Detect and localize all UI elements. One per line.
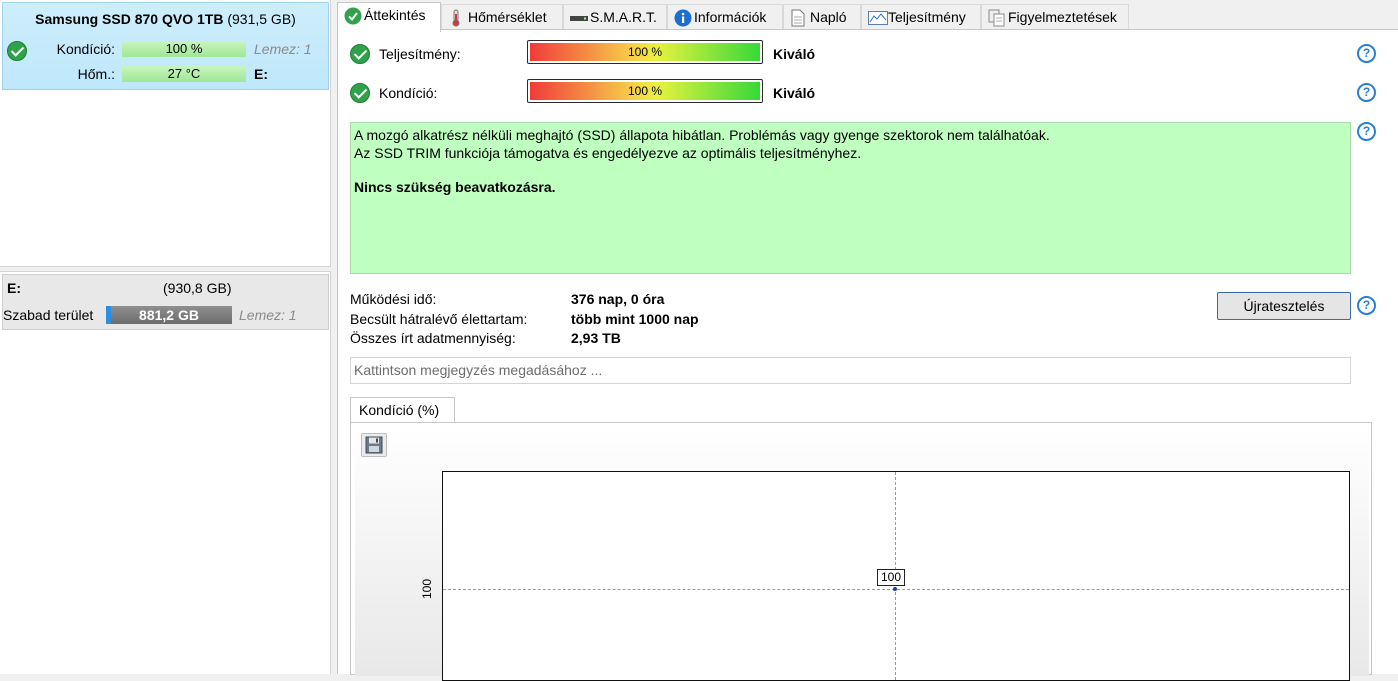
tab-alerts-label: Figyelmeztetések — [1008, 9, 1117, 25]
health-rating: Kiváló — [773, 85, 816, 101]
disk-health-label: Kondíció: — [56, 41, 115, 57]
lifetime-value: több mint 1000 nap — [571, 311, 699, 327]
disk-name: Samsung SSD 870 QVO 1TB — [35, 11, 224, 27]
performance-rating: Kiváló — [773, 46, 816, 62]
alerts-icon — [988, 9, 1005, 27]
chart-background: 100 100 — [355, 427, 1369, 681]
tab-performance[interactable]: Teljesítmény — [861, 4, 981, 30]
disk-temp-label: Hőm.: — [77, 66, 115, 82]
power-on-value: 376 nap, 0 óra — [571, 291, 665, 307]
tab-smart[interactable]: S.M.A.R.T. — [563, 4, 667, 30]
performance-ok-check-icon — [350, 44, 370, 64]
chart-plot-area: 100 100 — [420, 471, 1350, 681]
tab-overview-label: Áttekintés — [364, 7, 426, 23]
tab-information-label: Információk — [694, 9, 767, 25]
disk-card[interactable]: Samsung SSD 870 QVO 1TB (931,5 GB) Kondí… — [2, 2, 329, 90]
tab-overview[interactable]: Áttekintés — [337, 2, 441, 32]
performance-bar: 100 % — [527, 40, 763, 64]
drive-icon — [570, 9, 588, 25]
tab-log-label: Napló — [810, 9, 847, 25]
status-action: Nincs szükség beavatkozásra. — [354, 179, 556, 195]
disk-health-bar: 100 % — [122, 41, 246, 57]
panel-splitter[interactable] — [0, 266, 331, 272]
info-icon — [674, 9, 692, 27]
save-chart-button[interactable] — [361, 433, 387, 457]
thermometer-icon — [448, 9, 464, 27]
chart-point-label: 100 — [877, 569, 906, 586]
help-icon[interactable]: ? — [1357, 122, 1376, 141]
health-label: Kondíció: — [379, 85, 438, 101]
tab-information[interactable]: Információk — [667, 4, 783, 30]
note-input[interactable]: Kattintson megjegyzés megadásához ... — [350, 357, 1351, 384]
power-on-label: Működési idő: — [350, 291, 437, 307]
tab-log[interactable]: Napló — [783, 4, 861, 30]
partition-disk-ref: Lemez: 1 — [239, 307, 297, 323]
tab-bar: Áttekintés Hőmérséklet S.M.A.R.T. Inform… — [337, 2, 1398, 32]
health-bar: 100 % — [527, 79, 763, 103]
disk-size: (931,5 GB) — [227, 11, 296, 27]
free-space-label: Szabad terület — [3, 307, 94, 323]
help-icon[interactable]: ? — [1357, 296, 1376, 315]
help-icon[interactable]: ? — [1357, 44, 1376, 63]
health-chart-area: 100 100 — [350, 422, 1372, 681]
tab-performance-label: Teljesítmény — [888, 9, 966, 25]
floppy-disk-icon — [365, 436, 383, 457]
disk-title: Samsung SSD 870 QVO 1TB (931,5 GB) — [3, 11, 328, 27]
chart-y-tick: 100 — [420, 578, 435, 600]
free-space-bar: 881,2 GB — [106, 306, 232, 324]
performance-label: Teljesítmény: — [379, 46, 461, 62]
performance-chart-icon — [868, 9, 888, 25]
lifetime-label: Becsült hátralévő élettartam: — [350, 311, 528, 327]
tab-alerts[interactable]: Figyelmeztetések — [981, 4, 1129, 30]
chart-data-point — [893, 587, 897, 591]
tab-temperature[interactable]: Hőmérséklet — [441, 4, 563, 30]
performance-bar-fill: 100 % — [530, 43, 760, 61]
disk-list-panel: Samsung SSD 870 QVO 1TB (931,5 GB) Kondí… — [0, 0, 331, 674]
help-icon[interactable]: ? — [1357, 83, 1376, 102]
tab-temperature-label: Hőmérséklet — [468, 9, 547, 25]
document-icon — [790, 9, 806, 27]
written-value: 2,93 TB — [571, 330, 621, 346]
status-line: Az SSD TRIM funkciója támogatva és enged… — [354, 145, 862, 161]
disk-temp-bar: 27 °C — [122, 66, 246, 82]
health-ok-check-icon — [350, 83, 370, 103]
tab-smart-label: S.M.A.R.T. — [590, 9, 657, 25]
partition-size: (930,8 GB) — [163, 280, 232, 296]
disk-health-disk-ref: Lemez: 1 — [254, 41, 312, 57]
partition-card[interactable]: E: (930,8 GB) Szabad terület 881,2 GB Le… — [2, 274, 329, 330]
chart-tab-health[interactable]: Kondíció (%) — [350, 397, 455, 423]
status-line: A mozgó alkatrész nélküli meghajtó (SSD)… — [354, 127, 1050, 143]
partition-letter: E: — [7, 280, 21, 296]
retest-button[interactable]: Újratesztelés — [1217, 292, 1351, 320]
check-icon — [344, 7, 362, 25]
disk-ok-check-icon — [7, 41, 27, 61]
overview-panel: Teljesítmény: 100 % Kiváló ? Kondíció: 1… — [337, 29, 1398, 681]
disk-drive-letter: E: — [254, 66, 268, 82]
health-bar-fill: 100 % — [530, 82, 760, 100]
status-description-box: A mozgó alkatrész nélküli meghajtó (SSD)… — [350, 122, 1351, 274]
written-label: Összes írt adatmennyiség: — [350, 330, 516, 346]
